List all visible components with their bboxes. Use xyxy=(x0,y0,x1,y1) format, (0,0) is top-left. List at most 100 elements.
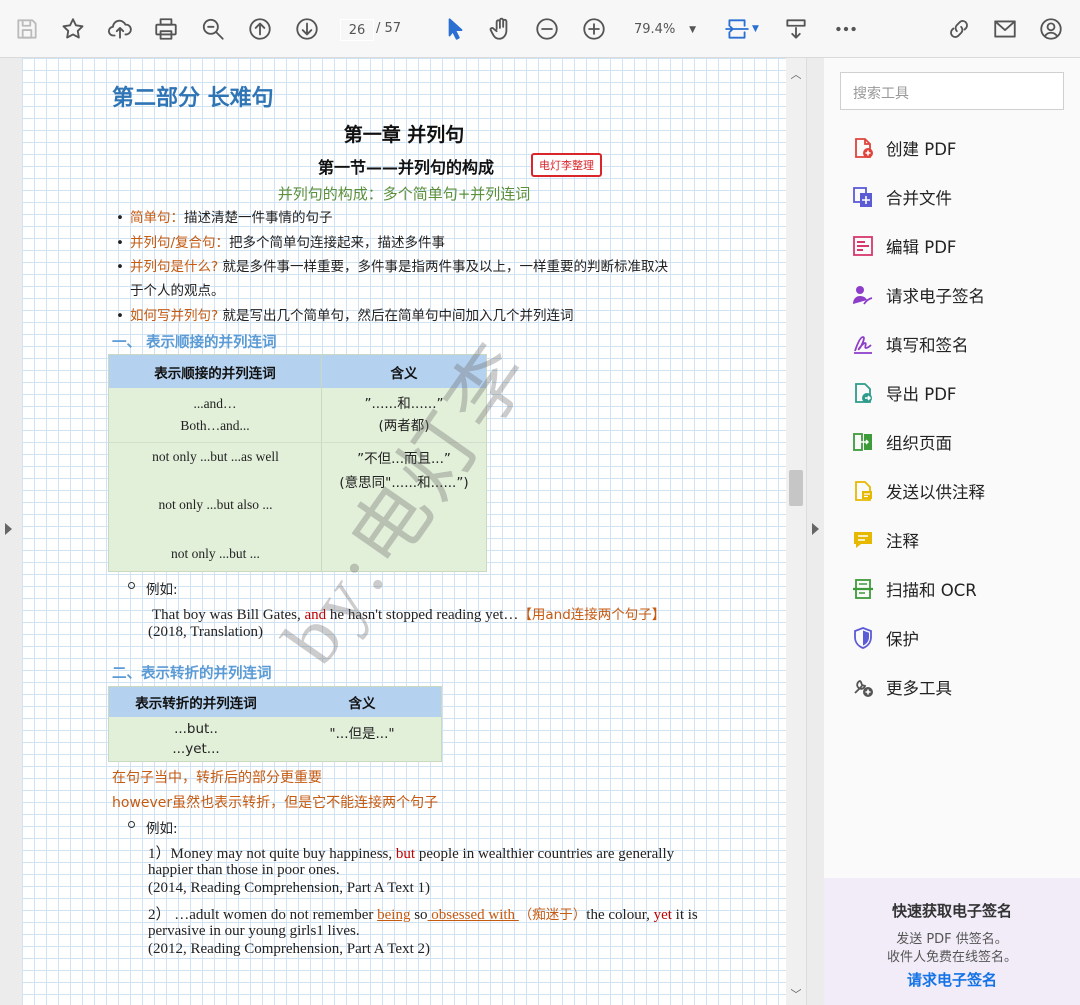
create-pdf-icon xyxy=(850,135,876,161)
upload-cloud-icon[interactable] xyxy=(105,14,135,44)
tool-protect[interactable]: 保护 xyxy=(850,622,1070,654)
search-tools-input[interactable]: 搜索工具 xyxy=(840,72,1064,110)
more-options-icon[interactable] xyxy=(831,14,861,44)
example-label-text: 例如: xyxy=(146,821,178,837)
table-cell: "...但是..." xyxy=(283,717,441,761)
bullet-text: 把多个简单句连接起来，描述多件事 xyxy=(229,235,446,251)
tool-send-comment[interactable]: 发送以供注释 xyxy=(850,475,1070,507)
tool-more-tools[interactable]: 更多工具 xyxy=(850,671,1070,703)
previous-page-icon[interactable] xyxy=(245,14,275,44)
table-cell-line: ...but.. xyxy=(174,721,218,737)
select-cursor-icon[interactable] xyxy=(440,14,470,44)
example-text: so xyxy=(410,907,428,923)
tool-organize-pages[interactable]: 组织页面 xyxy=(850,426,1070,458)
tool-label: 组织页面 xyxy=(886,434,952,453)
section-heading-contrast: 二、表示转折的并列连词 xyxy=(112,666,272,682)
table-cell-line: Both…and... xyxy=(180,418,250,433)
zoom-out-icon[interactable] xyxy=(532,14,562,44)
more-tools-icon xyxy=(850,674,876,700)
account-icon[interactable] xyxy=(1036,14,1066,44)
tool-export-pdf[interactable]: 导出 PDF xyxy=(850,377,1070,409)
example-text: the colour, xyxy=(586,907,654,923)
table-cell-line: not only ...but also ... xyxy=(158,497,273,512)
promo-title: 快速获取电子签名 xyxy=(891,902,1012,920)
bookmark-star-icon[interactable] xyxy=(58,14,88,44)
bullet-dot: • xyxy=(116,235,124,251)
print-icon[interactable] xyxy=(151,14,181,44)
request-signature-icon xyxy=(850,282,876,308)
bullet-dot: • xyxy=(116,210,124,226)
zoom-search-icon[interactable] xyxy=(198,14,228,44)
example-label-text: 例如: xyxy=(146,582,178,598)
section-heading-coordinate: 一、 表示顺接的并列连词 xyxy=(112,335,277,351)
hand-tool-icon[interactable] xyxy=(486,14,516,44)
bullet-term: 简单句： xyxy=(130,210,184,226)
example-highlight: being xyxy=(377,907,411,923)
table-cell-line: "...但是..." xyxy=(329,726,395,742)
share-link-icon[interactable] xyxy=(944,14,974,44)
vertical-scrollbar[interactable]: ︿ ﹀ xyxy=(786,58,806,1005)
bullet-simple-sentence: • 简单句：描述清楚一件事情的句子 xyxy=(116,208,333,228)
edit-pdf-icon xyxy=(850,233,876,259)
tool-edit-pdf[interactable]: 编辑 PDF xyxy=(850,230,1070,262)
tool-label: 填写和签名 xyxy=(886,336,969,355)
zoom-in-icon[interactable] xyxy=(579,14,609,44)
right-panel-toggle[interactable] xyxy=(806,58,824,1005)
comment-icon xyxy=(850,527,876,553)
top-toolbar: 26 / 57 79.4% ▼ ▼ xyxy=(0,0,1080,58)
scroll-up-arrow-icon[interactable]: ︿ xyxy=(790,69,802,80)
page-number-input[interactable]: 26 xyxy=(340,19,374,41)
table-cell: not only ...but ...as well not only ...b… xyxy=(109,443,322,571)
composition-summary: 并列句的构成：多个简单句+并列连词 xyxy=(277,185,531,203)
page-total: / 57 xyxy=(376,21,402,36)
promo-line-2: 收件人免费在线签名。 xyxy=(886,950,1017,965)
tool-create-pdf[interactable]: 创建 PDF xyxy=(850,132,1070,164)
scroll-down-arrow-icon[interactable]: ﹀ xyxy=(790,989,802,1000)
contrast-conjunction-table: 表示转折的并列连词 含义 ...but.. ...yet... "...但是..… xyxy=(108,686,442,762)
expand-left-panel-icon[interactable] xyxy=(5,523,12,535)
table-cell: ...but.. ...yet... xyxy=(109,717,283,761)
example-2-source: (2012, Reading Comprehension, Part A Tex… xyxy=(148,941,430,957)
scroll-mode-icon[interactable] xyxy=(781,14,811,44)
example-2-line-2: pervasive in our young girls1 lives. xyxy=(148,923,360,939)
example-sentence: That boy was Bill Gates, and he hasn't s… xyxy=(152,603,665,624)
example-conjunction: yet xyxy=(653,907,672,923)
example-text: it is xyxy=(671,907,698,923)
example-source: (2018, Translation) xyxy=(148,624,264,640)
collapse-right-panel-icon[interactable] xyxy=(812,523,819,535)
tool-label: 合并文件 xyxy=(886,189,952,208)
left-panel-toggle[interactable] xyxy=(0,58,22,1005)
tool-request-signature[interactable]: 请求电子签名 xyxy=(850,279,1070,311)
save-icon[interactable] xyxy=(12,14,42,44)
note-contrast-importance: 在句子当中，转折后的部分更重要 xyxy=(112,770,322,786)
scroll-thumb[interactable] xyxy=(789,470,803,506)
tool-scan-ocr[interactable]: 扫描和 OCR xyxy=(850,573,1070,605)
tool-comment[interactable]: 注释 xyxy=(850,524,1070,556)
fit-page-icon[interactable] xyxy=(722,14,752,44)
tool-label: 扫描和 OCR xyxy=(886,581,977,600)
section-title: 第一节——并列句的构成 xyxy=(318,158,495,177)
pdf-reader-window: 26 / 57 79.4% ▼ ▼ 第二部分 长难句 第一章 并列句 第一节——… xyxy=(0,0,1080,1005)
tool-label: 发送以供注释 xyxy=(886,483,985,502)
bullet-term: 并列句是什么? xyxy=(130,259,219,275)
table-cell-line: ...and… xyxy=(193,396,237,411)
fit-page-chevron-icon[interactable]: ▼ xyxy=(752,24,759,34)
bullet-text: 描述清楚一件事情的句子 xyxy=(184,210,333,226)
bullet-text: 于个人的观点。 xyxy=(130,283,225,299)
bullet-dot: • xyxy=(116,259,124,275)
example-text: 1）Money may not quite buy happiness, xyxy=(148,846,396,862)
tool-combine-files[interactable]: 合并文件 xyxy=(850,181,1070,213)
example-note: 【用and连接两个句子】 xyxy=(518,607,666,623)
chapter-title: 第一章 并列句 xyxy=(343,124,465,146)
next-page-icon[interactable] xyxy=(292,14,322,44)
email-icon[interactable] xyxy=(990,14,1020,44)
tool-fill-sign[interactable]: 填写和签名 xyxy=(850,328,1070,360)
example-text: 2） …adult women do not remember xyxy=(148,907,378,923)
zoom-level-dropdown[interactable]: 79.4% ▼ xyxy=(626,18,702,42)
fill-sign-icon xyxy=(850,331,876,357)
tool-label: 编辑 PDF xyxy=(886,238,957,257)
chevron-down-icon: ▼ xyxy=(689,25,696,35)
bullet-compound-sentence: • 并列句/复合句：把多个简单句连接起来，描述多件事 xyxy=(116,233,446,253)
tool-label: 注释 xyxy=(886,532,919,551)
request-signature-link[interactable]: 请求电子签名 xyxy=(824,969,1080,990)
